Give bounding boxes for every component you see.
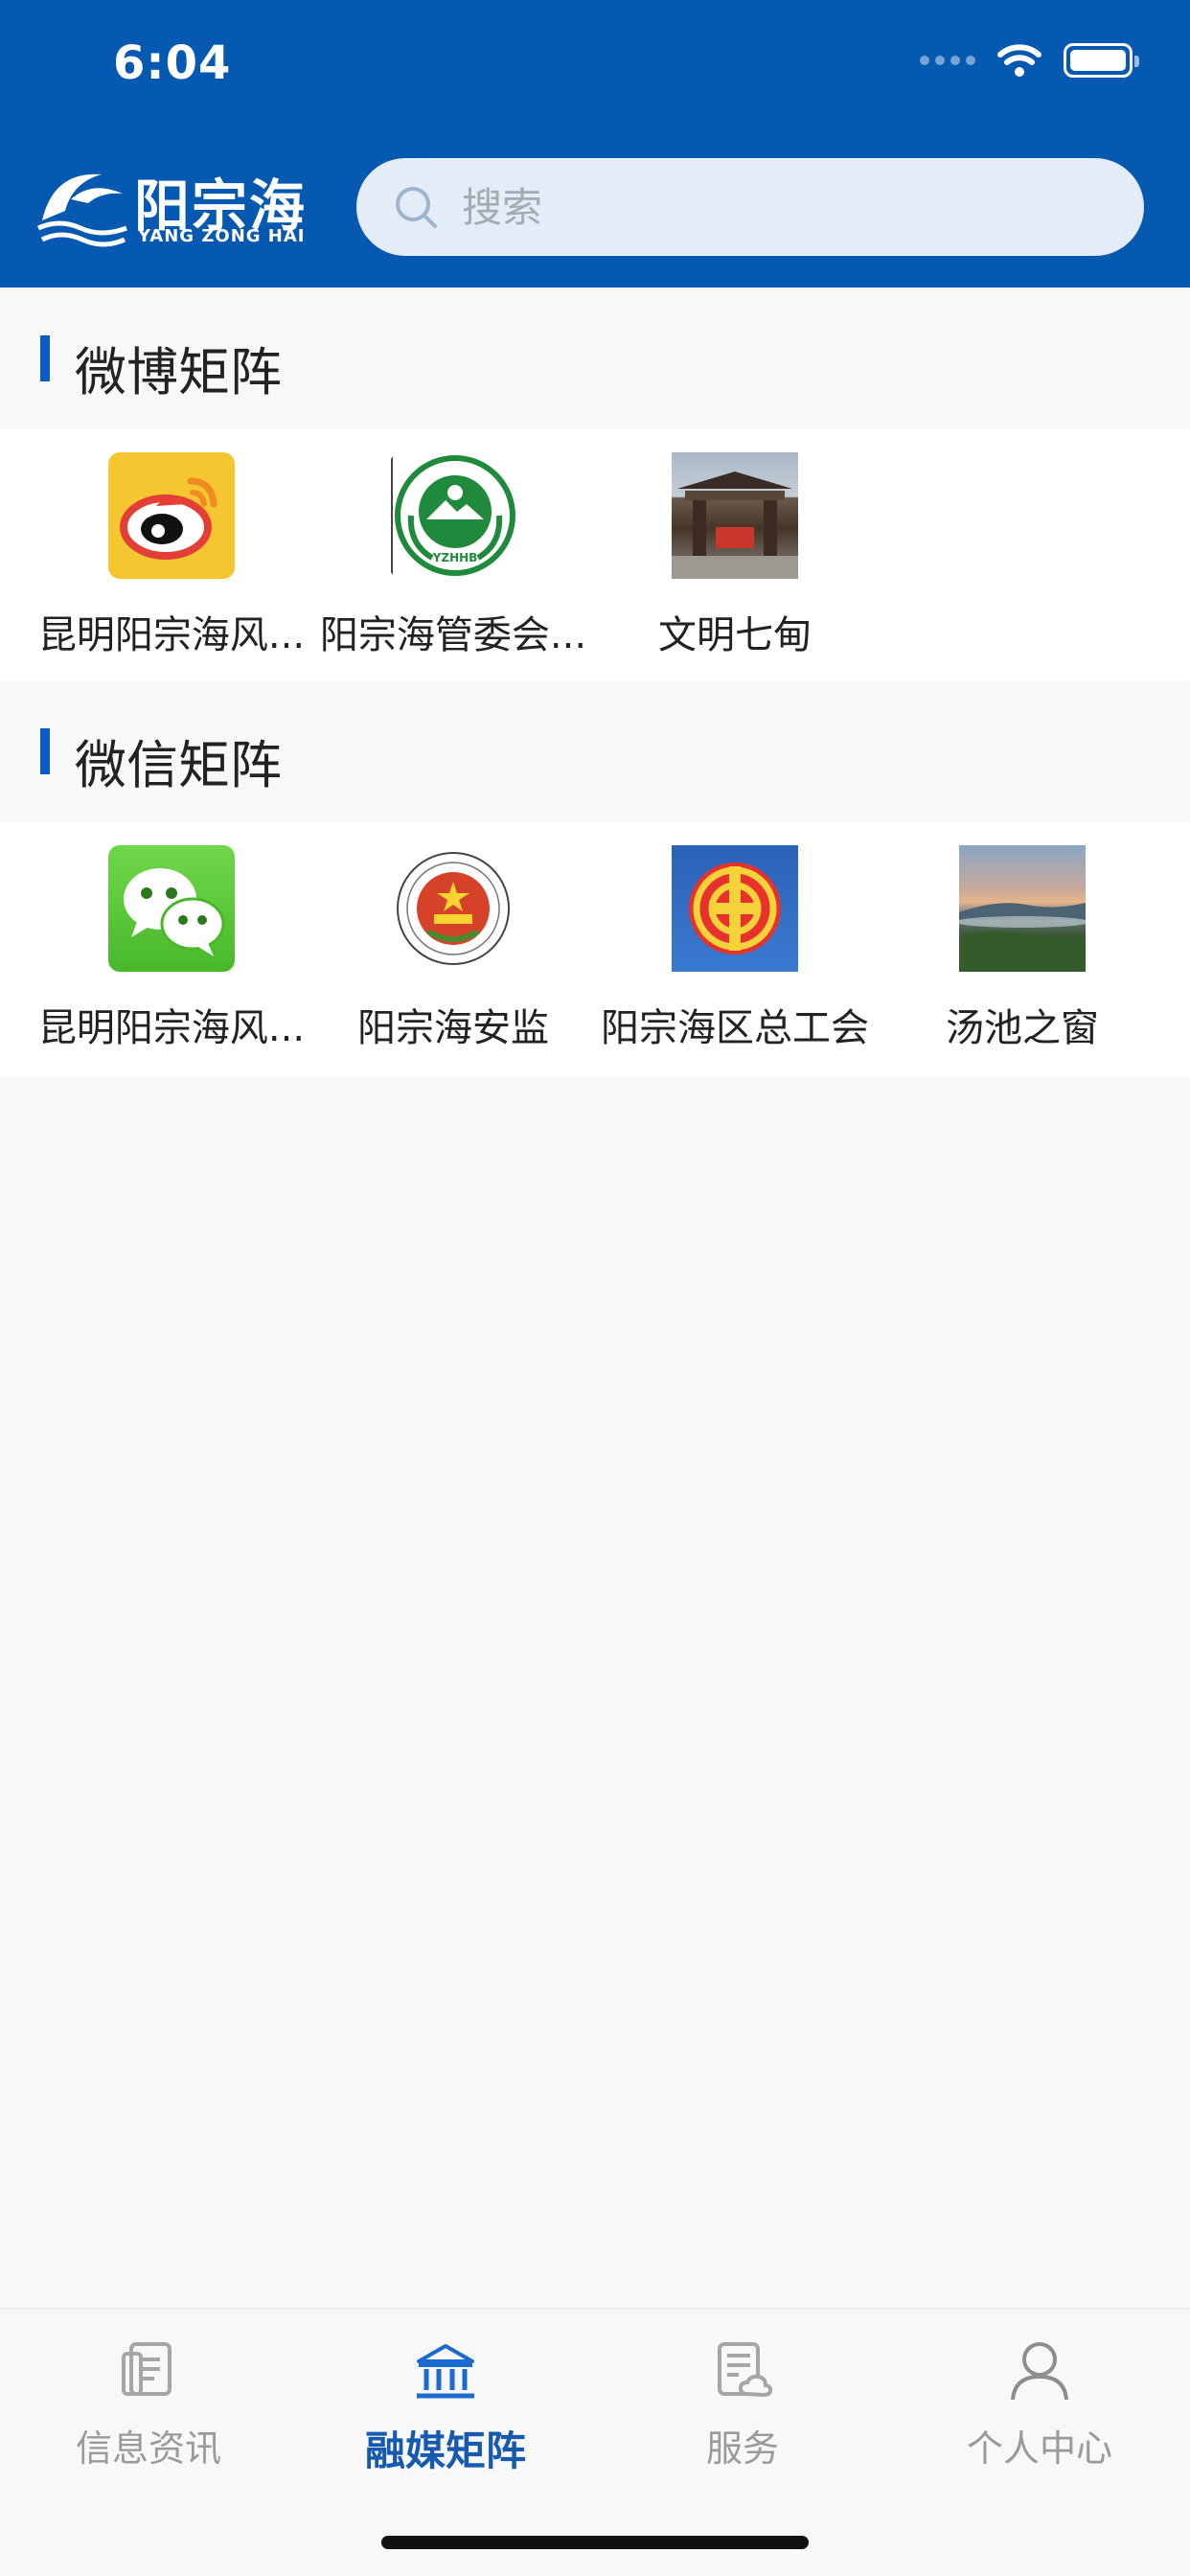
news-icon (122, 2342, 172, 2396)
weibo-icon (108, 452, 235, 579)
union-emblem-icon (672, 845, 798, 972)
tab-news[interactable]: 信息资讯 (0, 2336, 297, 2472)
section-title: 微博矩阵 (75, 342, 282, 402)
matrix-item-weibo-1[interactable]: 昆明阳宗海风... (31, 452, 312, 659)
matrix-item-wechat-4[interactable]: 汤池之窗 (881, 845, 1163, 1052)
section-header-wechat: 微信矩阵 (0, 680, 1190, 822)
yzhhb-emblem-icon: YZHHB (390, 452, 516, 579)
gate-photo (672, 452, 798, 579)
search-bar[interactable] (356, 158, 1144, 256)
section-accent-bar (40, 335, 50, 381)
matrix-item-label: 阳宗海区总工会 (601, 1006, 869, 1050)
tab-label: 个人中心 (966, 2427, 1112, 2470)
matrix-item-label: 昆明阳宗海风... (37, 613, 306, 657)
search-icon (396, 187, 437, 228)
section-accent-bar (40, 728, 50, 774)
status-time: 6:04 (113, 36, 232, 90)
status-indicators (920, 43, 1139, 78)
logo-subtitle: YANG ZONG HAI (138, 226, 306, 246)
matrix-item-wechat-1[interactable]: 昆明阳宗海风... (31, 845, 312, 1052)
matrix-item-label: 阳宗海管委会... (319, 613, 587, 657)
section-title: 微信矩阵 (75, 735, 282, 795)
home-indicator[interactable] (381, 2536, 809, 2549)
app-logo: 阳宗海 YANG ZONG HAI (34, 161, 322, 253)
search-input[interactable] (462, 183, 1113, 231)
bank-icon (417, 2344, 474, 2399)
service-icon (718, 2342, 773, 2398)
wechat-matrix-list: 昆明阳宗海风... 阳宗海安监 阳宗海区总工会 汤池之窗 (0, 822, 1190, 1077)
matrix-item-weibo-3[interactable]: 文明七甸 (594, 452, 876, 659)
tab-profile[interactable]: 个人中心 (891, 2336, 1188, 2472)
tab-label: 信息资讯 (75, 2427, 221, 2470)
lake-photo (959, 845, 1086, 972)
tab-label: 服务 (705, 2427, 779, 2470)
signal-icon (920, 56, 975, 65)
safety-emblem-icon (390, 845, 516, 972)
matrix-item-label: 昆明阳宗海风... (37, 1006, 306, 1050)
wechat-icon (108, 845, 235, 972)
weibo-matrix-list: 昆明阳宗海风... YZHHB 阳宗海管委会... 文明七甸 (0, 429, 1190, 680)
matrix-item-wechat-3[interactable]: 阳宗海区总工会 (594, 845, 876, 1052)
matrix-item-weibo-2[interactable]: YZHHB 阳宗海管委会... (312, 452, 594, 659)
matrix-item-wechat-2[interactable]: 阳宗海安监 (312, 845, 594, 1052)
app-header: 6:04 阳宗海 YANG ZONG HAI (0, 0, 1190, 288)
section-header-weibo: 微博矩阵 (0, 288, 1190, 429)
battery-icon (1064, 43, 1139, 78)
matrix-item-label: 阳宗海安监 (357, 1006, 549, 1050)
person-icon (1011, 2342, 1068, 2401)
wifi-icon (997, 44, 1041, 77)
logo-mark-icon (36, 173, 127, 247)
tab-media-matrix[interactable]: 融媒矩阵 (297, 2336, 594, 2477)
matrix-item-label: 文明七甸 (658, 613, 812, 657)
emblem-text: YZHHB (432, 551, 478, 564)
matrix-item-label: 汤池之窗 (946, 1006, 1099, 1050)
tab-label: 融媒矩阵 (364, 2427, 526, 2474)
tab-service[interactable]: 服务 (594, 2336, 891, 2472)
